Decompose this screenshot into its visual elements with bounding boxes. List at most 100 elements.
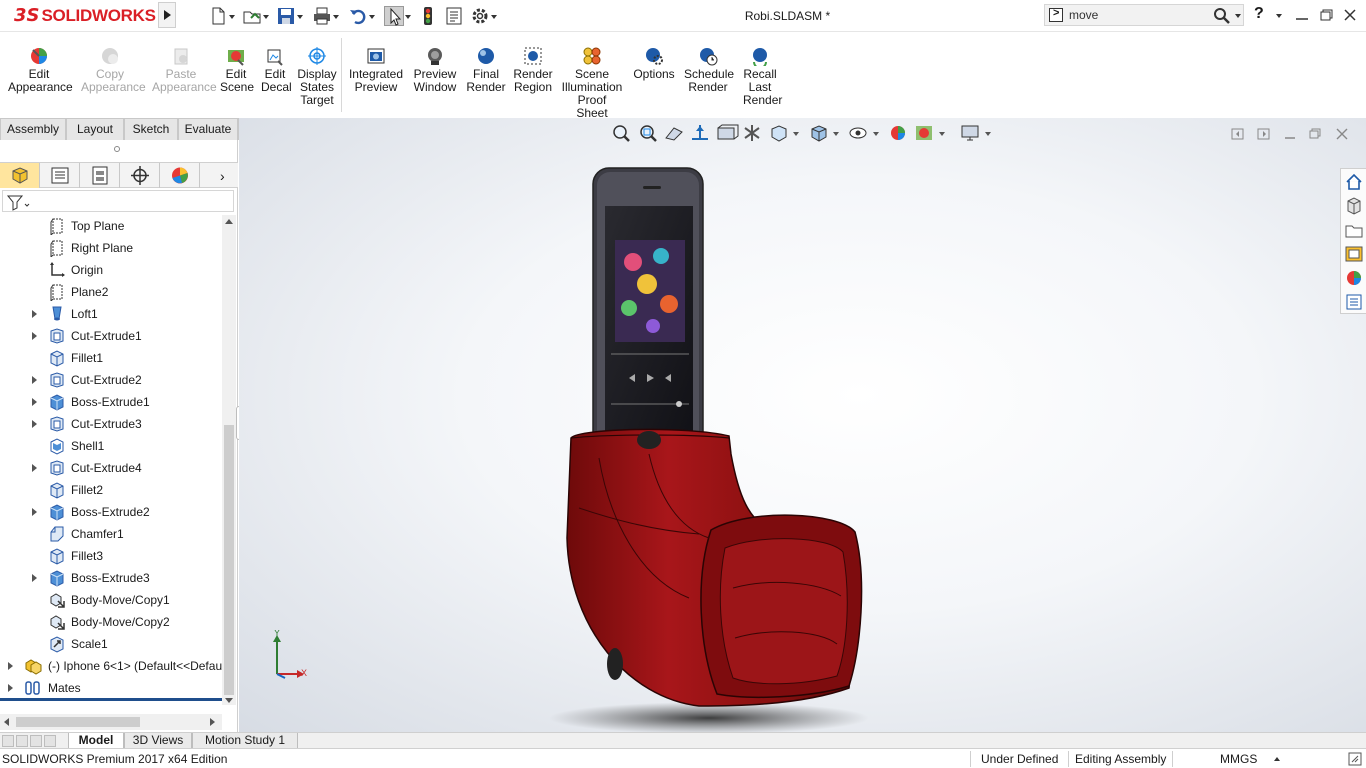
- tab-sketch[interactable]: Sketch: [124, 118, 178, 140]
- undo-dropdown[interactable]: [368, 6, 376, 26]
- view-palette-icon[interactable]: [1344, 244, 1364, 264]
- search-icon[interactable]: [1213, 7, 1231, 25]
- ribbon-button-schedule-render[interactable]: Schedule Render: [684, 46, 734, 94]
- solidworks-logo[interactable]: 3S SOLIDWORKS: [14, 5, 156, 26]
- tree-node[interactable]: Loft1: [0, 303, 222, 325]
- tree-node[interactable]: Chamfer1: [0, 523, 222, 545]
- hide-show-items-icon[interactable]: [845, 122, 871, 144]
- save-dropdown[interactable]: [296, 6, 304, 26]
- feature-manager-tab[interactable]: [0, 163, 40, 188]
- ribbon-button-display-states-target[interactable]: Display States Target: [297, 46, 337, 107]
- ribbon-button-integrated-preview[interactable]: Integrated Preview: [348, 46, 404, 94]
- save-icon[interactable]: [276, 6, 296, 26]
- bottom-tab-3d-views[interactable]: 3D Views: [124, 733, 192, 749]
- apply-scene-dropdown[interactable]: [937, 122, 947, 144]
- bottom-tab-motion-study-1[interactable]: Motion Study 1: [192, 733, 298, 749]
- expand-arrow-icon[interactable]: [31, 376, 39, 384]
- custom-properties-icon[interactable]: [1344, 292, 1364, 312]
- open-folder-icon[interactable]: [242, 6, 262, 26]
- help-dropdown-icon[interactable]: [1276, 14, 1282, 18]
- ribbon-button-recall-last-render[interactable]: Recall Last Render: [743, 46, 782, 107]
- viewport-tile-left-icon[interactable]: [1230, 126, 1246, 142]
- tree-node[interactable]: Plane2: [0, 281, 222, 303]
- select-dropdown[interactable]: [404, 6, 412, 26]
- configuration-manager-tab[interactable]: [80, 163, 120, 188]
- file-properties-icon[interactable]: [444, 6, 464, 26]
- first-tab-arrow-icon[interactable]: [2, 735, 14, 747]
- minimize-icon[interactable]: [1290, 4, 1314, 26]
- last-tab-arrow-icon[interactable]: [44, 735, 56, 747]
- options-gear-icon[interactable]: [470, 6, 490, 26]
- tree-node[interactable]: Right Plane: [0, 237, 222, 259]
- display-style-icon[interactable]: [805, 122, 831, 144]
- tree-node[interactable]: Cut-Extrude2: [0, 369, 222, 391]
- ribbon-button-preview-window[interactable]: Preview Window: [412, 46, 458, 94]
- display-manager-tab[interactable]: [160, 163, 200, 188]
- view-monitor-icon[interactable]: [957, 122, 983, 144]
- tree-node[interactable]: Fillet1: [0, 347, 222, 369]
- tree-horizontal-scrollbar[interactable]: [0, 714, 222, 730]
- ribbon-button-copy-appearance[interactable]: Copy Appearance: [81, 46, 146, 94]
- ribbon-button-final-render[interactable]: Final Render: [465, 46, 507, 94]
- scroll-left-icon[interactable]: [4, 718, 9, 726]
- ribbon-button-edit-decal[interactable]: Edit Decal: [261, 46, 292, 94]
- print-icon[interactable]: [312, 6, 332, 26]
- display-style-dropdown[interactable]: [831, 122, 841, 144]
- ribbon-button-edit-appearance[interactable]: Edit Appearance: [8, 46, 73, 94]
- 3d-model-render[interactable]: [549, 158, 889, 732]
- section-view-icon[interactable]: [687, 122, 713, 144]
- tree-node[interactable]: Fillet2: [0, 479, 222, 501]
- file-explorer-icon[interactable]: [1344, 220, 1364, 240]
- design-library-icon[interactable]: [1344, 196, 1364, 216]
- expand-arrow-icon[interactable]: [31, 420, 39, 428]
- view-monitor-dropdown[interactable]: [983, 122, 993, 144]
- bottom-tab-model[interactable]: Model: [68, 733, 124, 749]
- tree-node[interactable]: Origin: [0, 259, 222, 281]
- tab-assembly[interactable]: Assembly: [0, 118, 66, 140]
- tree-node[interactable]: Body-Move/Copy1: [0, 589, 222, 611]
- hide-show-dropdown[interactable]: [871, 122, 881, 144]
- open-dropdown[interactable]: [262, 6, 270, 26]
- command-search-box[interactable]: [1044, 4, 1244, 26]
- viewport-minimize-icon[interactable]: [1282, 126, 1298, 142]
- tree-node[interactable]: Boss-Extrude3: [0, 567, 222, 589]
- tree-filter-box[interactable]: [2, 190, 234, 212]
- prev-tab-arrow-icon[interactable]: [16, 735, 28, 747]
- viewport-tile-right-icon[interactable]: [1256, 126, 1272, 142]
- zoom-to-area-icon[interactable]: [635, 122, 661, 144]
- apply-scene-icon[interactable]: [911, 122, 937, 144]
- new-document-icon[interactable]: [208, 6, 228, 26]
- more-tabs-chevron-icon[interactable]: ›: [220, 168, 225, 184]
- ribbon-button-scene-illumination-proof-sheet[interactable]: Scene Illumination Proof Sheet: [561, 46, 623, 120]
- ribbon-button-edit-scene[interactable]: Edit Scene: [220, 46, 254, 94]
- tree-node[interactable]: Top Plane: [0, 215, 222, 237]
- ribbon-button-options[interactable]: Options: [632, 46, 676, 81]
- view-settings-icon[interactable]: [739, 122, 765, 144]
- select-pointer-icon[interactable]: [384, 6, 404, 26]
- options-dropdown[interactable]: [490, 6, 498, 26]
- dynamic-annotation-icon[interactable]: [713, 122, 739, 144]
- expand-arrow-icon[interactable]: [31, 464, 39, 472]
- next-tab-arrow-icon[interactable]: [30, 735, 42, 747]
- scroll-up-icon[interactable]: [225, 219, 233, 224]
- appearances-scenes-icon[interactable]: [1344, 268, 1364, 288]
- tree-node[interactable]: Scale1: [0, 633, 222, 655]
- filter-icon[interactable]: [6, 193, 30, 214]
- property-manager-tab[interactable]: [40, 163, 80, 188]
- rollback-bar[interactable]: [0, 698, 222, 701]
- unit-system[interactable]: MMGS: [1220, 752, 1257, 766]
- expand-arrow-icon[interactable]: [31, 398, 39, 406]
- restore-icon[interactable]: [1314, 4, 1338, 26]
- tree-node[interactable]: (-) Iphone 6<1> (Default<<Default>: [0, 655, 222, 677]
- tree-node[interactable]: Boss-Extrude1: [0, 391, 222, 413]
- tree-node[interactable]: Body-Move/Copy2: [0, 611, 222, 633]
- print-dropdown[interactable]: [332, 6, 340, 26]
- expand-arrow-icon[interactable]: [7, 662, 15, 670]
- panel-grip-icon[interactable]: [114, 146, 120, 152]
- hscroll-thumb[interactable]: [16, 717, 140, 727]
- menu-expand-icon[interactable]: [158, 2, 176, 28]
- rebuild-traffic-light-icon[interactable]: [418, 6, 438, 26]
- ribbon-button-paste-appearance[interactable]: Paste Appearance: [152, 46, 217, 94]
- expand-arrow-icon[interactable]: [31, 332, 39, 340]
- viewport-restore-icon[interactable]: [1307, 126, 1323, 142]
